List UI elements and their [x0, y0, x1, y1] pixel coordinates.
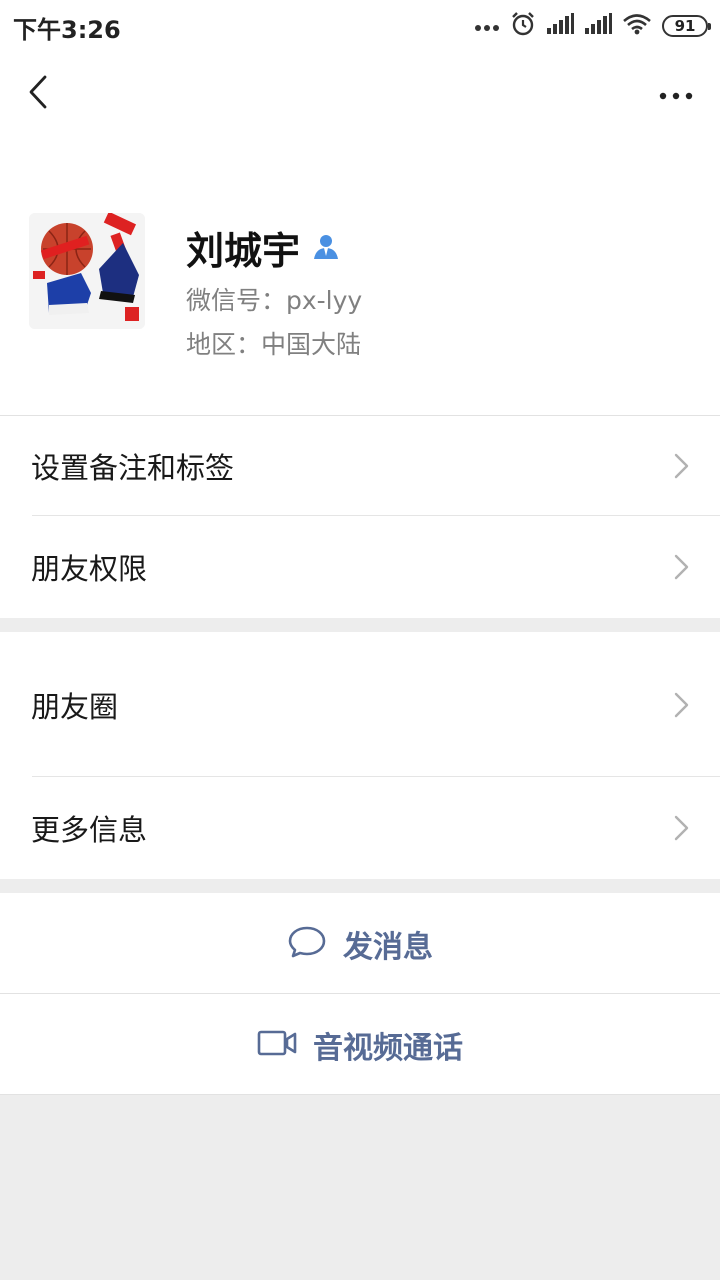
- chevron-right-icon: [674, 554, 689, 580]
- chat-bubble-icon: [287, 925, 327, 963]
- chevron-right-icon: [674, 815, 689, 841]
- avatar-image: [29, 213, 145, 329]
- person-icon: [312, 232, 340, 264]
- name-row: 刘城宇: [186, 220, 340, 275]
- friend-permissions-cell[interactable]: 朋友权限: [0, 516, 720, 618]
- status-bar: 下午3:26 91: [0, 0, 720, 52]
- notification-dots-icon: [474, 17, 500, 36]
- chevron-right-icon: [674, 692, 689, 717]
- region: 地区：中国大陆: [186, 330, 362, 359]
- video-call-label: 音视频通话: [313, 1030, 463, 1066]
- friend-permissions-label: 朋友权限: [31, 552, 148, 586]
- contact-name: 刘城宇: [186, 229, 301, 273]
- nav-bar: [0, 52, 720, 136]
- send-message-label: 发消息: [343, 929, 433, 965]
- remark-tags-label: 设置备注和标签: [31, 450, 235, 485]
- video-call-button[interactable]: 音视频通话: [0, 994, 720, 1095]
- signal-icon-2: [584, 13, 612, 39]
- more-info-label: 更多信息: [31, 813, 148, 847]
- remark-tags-cell[interactable]: 设置备注和标签: [0, 415, 720, 516]
- signal-icon: [546, 13, 574, 39]
- video-camera-icon: [257, 1030, 297, 1060]
- battery-indicator: 91: [662, 15, 711, 37]
- more-button[interactable]: [654, 74, 698, 114]
- status-time: 下午3:26: [13, 16, 121, 44]
- more-info-cell[interactable]: 更多信息: [0, 777, 720, 879]
- moments-cell[interactable]: 朋友圈: [0, 632, 720, 777]
- settings-group: 设置备注和标签 朋友权限: [0, 415, 720, 618]
- wifi-icon: [622, 13, 652, 39]
- content-group: 朋友圈 更多信息: [0, 632, 720, 879]
- chevron-right-icon: [674, 453, 689, 478]
- send-message-button[interactable]: 发消息: [0, 893, 720, 994]
- status-icons: 91: [474, 9, 711, 43]
- back-button[interactable]: [18, 72, 58, 116]
- divider: [0, 1094, 720, 1095]
- alarm-icon: [510, 11, 536, 41]
- profile-header: 刘城宇 微信号：px-lyy 地区：中国大陆: [0, 136, 720, 415]
- avatar[interactable]: [29, 213, 145, 329]
- moments-label: 朋友圈: [31, 689, 119, 724]
- chevron-left-icon: [28, 75, 48, 113]
- more-dots-icon: [659, 85, 693, 104]
- wechat-id: 微信号：px-lyy: [186, 286, 363, 315]
